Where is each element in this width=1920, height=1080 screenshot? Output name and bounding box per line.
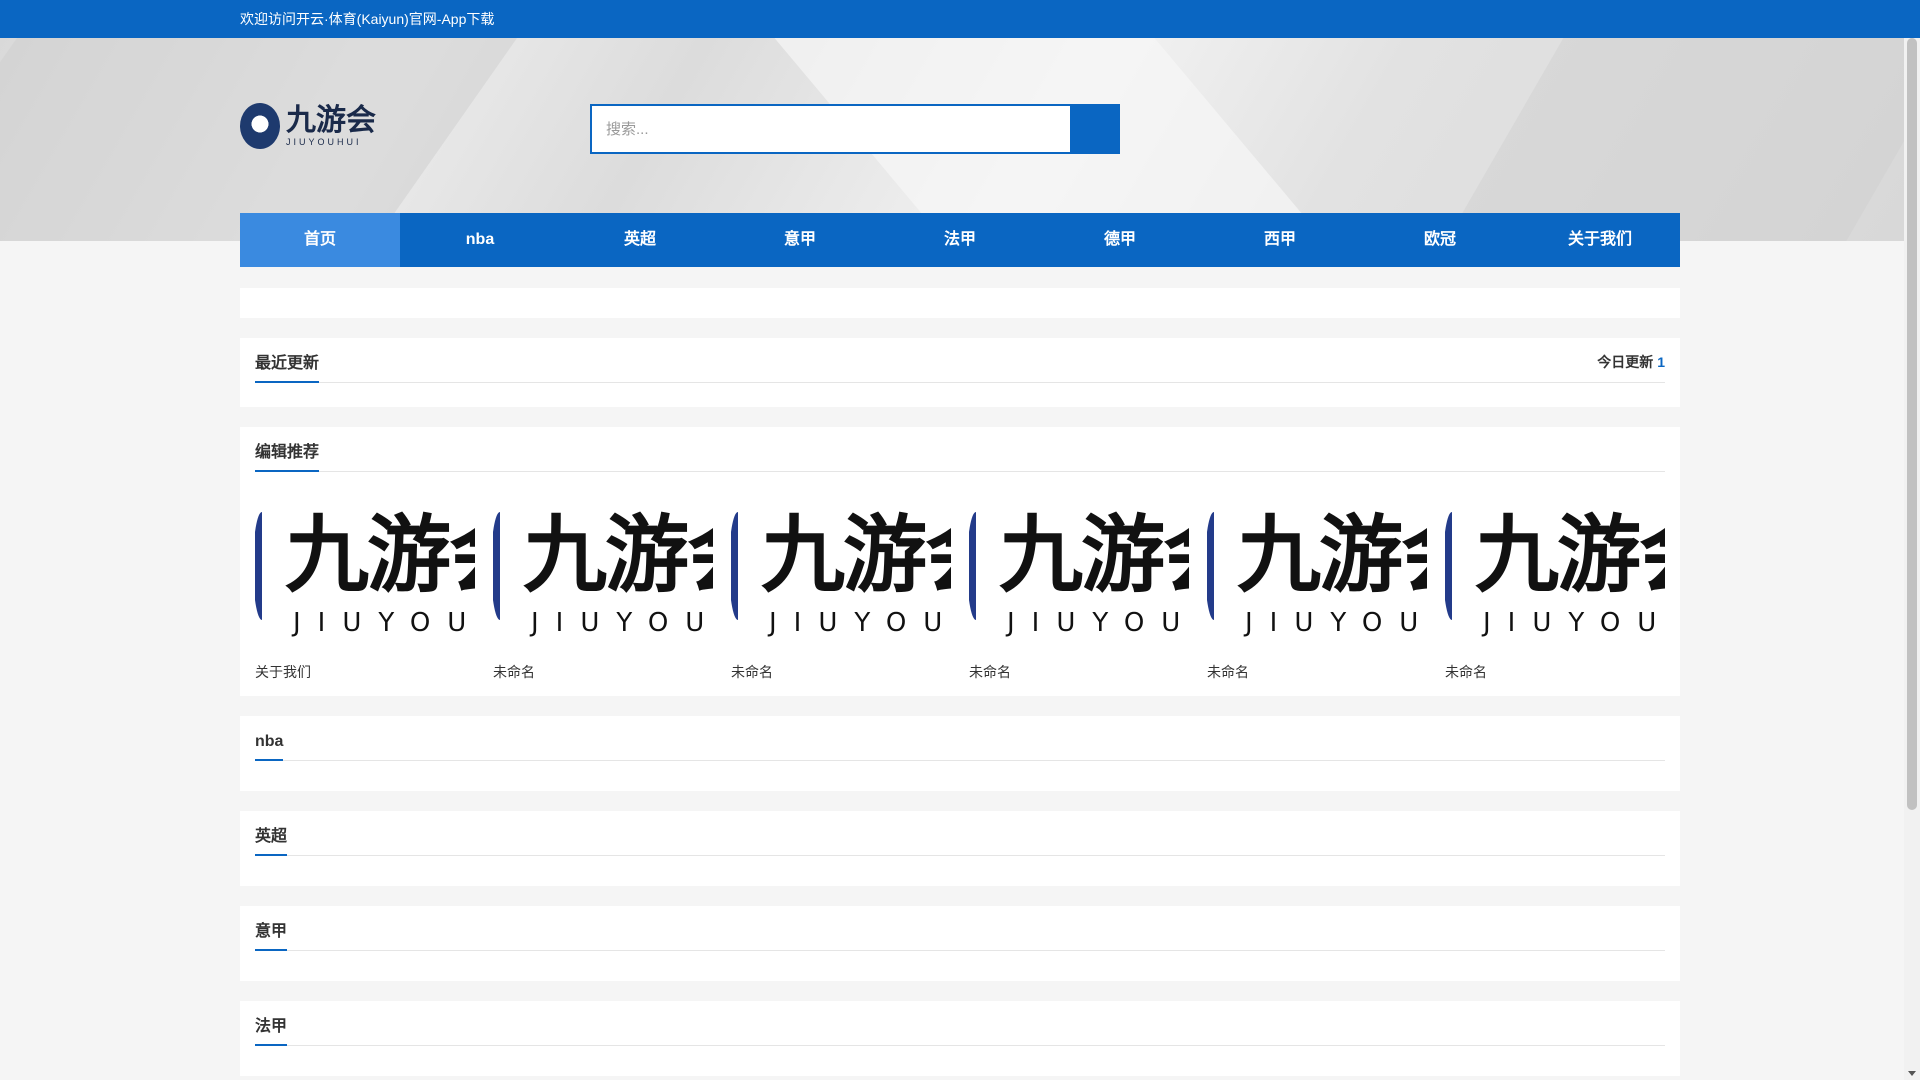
nav-item-home[interactable]: 首页 bbox=[240, 213, 400, 267]
header: 九游会 JIUYOUHUI bbox=[240, 38, 1680, 213]
section-title: 编辑推荐 bbox=[255, 438, 320, 472]
logo-text-en: JIUYOUHUI bbox=[286, 137, 362, 147]
card-title[interactable]: 未命名 bbox=[731, 662, 951, 682]
main-nav: 首页 nba 英超 意甲 法甲 德甲 西甲 欧冠 关于我们 bbox=[240, 213, 1680, 267]
logo-emblem-icon bbox=[240, 103, 280, 149]
nav-item-premier-league[interactable]: 英超 bbox=[560, 213, 720, 267]
nav-item-about-us[interactable]: 关于我们 bbox=[1520, 213, 1680, 267]
recent-updates-section: 最近更新 今日更新 1 bbox=[240, 338, 1680, 407]
list-item[interactable]: 九游会JIUYOUHUI 未命名 bbox=[731, 510, 951, 682]
today-updates-count: 1 bbox=[1657, 354, 1665, 370]
section-title[interactable]: nba bbox=[255, 733, 284, 761]
search-button[interactable] bbox=[1070, 104, 1120, 154]
today-updates-label: 今日更新 bbox=[1597, 354, 1654, 370]
list-item[interactable]: 九游会JIUYOUHUI 未命名 bbox=[1445, 510, 1665, 682]
card-thumbnail[interactable]: 九游会JIUYOUHUI bbox=[969, 510, 1189, 638]
card-thumbnail[interactable]: 九游会JIUYOUHUI bbox=[731, 510, 951, 638]
card-thumbnail[interactable]: 九游会JIUYOUHUI bbox=[493, 510, 713, 638]
card-list: 九游会JIUYOUHUI 关于我们 九游会JIUYOUHUI 未命名 九游会JI… bbox=[255, 472, 1665, 682]
card-thumbnail[interactable]: 九游会JIUYOUHUI bbox=[1445, 510, 1665, 638]
nav-item-la-liga[interactable]: 西甲 bbox=[1200, 213, 1360, 267]
card-title[interactable]: 未命名 bbox=[969, 662, 1189, 682]
list-item[interactable]: 九游会JIUYOUHUI 未命名 bbox=[969, 510, 1189, 682]
scroll-down-arrow-icon[interactable] bbox=[1908, 1071, 1916, 1076]
page-scrollbar[interactable] bbox=[1904, 38, 1920, 1080]
serie-a-section: 意甲 bbox=[240, 906, 1680, 981]
section-title[interactable]: 意甲 bbox=[255, 917, 288, 951]
card-title[interactable]: 未命名 bbox=[1207, 662, 1427, 682]
nba-section: nba bbox=[240, 716, 1680, 791]
site-logo[interactable]: 九游会 JIUYOUHUI bbox=[240, 100, 380, 152]
main-content: 最近更新 今日更新1 编辑推荐 九游会JIUYOUHUI 关于我们 九游会JIU… bbox=[240, 288, 1680, 1076]
list-item[interactable]: 九游会JIUYOUHUI 未命名 bbox=[1207, 510, 1427, 682]
today-updates: 今日更新 1 bbox=[1597, 352, 1665, 382]
section-title[interactable]: 英超 bbox=[255, 822, 288, 856]
editor-picks-section: 编辑推荐 九游会JIUYOUHUI 关于我们 九游会JIUYOUHUI 未命名 … bbox=[240, 427, 1680, 696]
section-title[interactable]: 法甲 bbox=[255, 1012, 288, 1046]
card-title[interactable]: 关于我们 bbox=[255, 662, 475, 682]
search-input[interactable] bbox=[590, 104, 1070, 154]
list-item[interactable]: 九游会JIUYOUHUI 未命名 bbox=[493, 510, 713, 682]
ligue-1-section: 法甲 bbox=[240, 1001, 1680, 1076]
logo-text-cn: 九游会 bbox=[286, 103, 376, 138]
welcome-text: 欢迎访问开云·体育(Kaiyun)官网-App下载 bbox=[240, 11, 495, 27]
card-title[interactable]: 未命名 bbox=[1445, 662, 1665, 682]
search-form bbox=[590, 104, 1120, 154]
scrollbar-thumb[interactable] bbox=[1907, 38, 1917, 810]
nav-item-bundesliga[interactable]: 德甲 bbox=[1040, 213, 1200, 267]
list-item[interactable]: 九游会JIUYOUHUI 关于我们 bbox=[255, 510, 475, 682]
premier-league-section: 英超 bbox=[240, 811, 1680, 886]
section-title: 最近更新 bbox=[255, 349, 320, 383]
card-title[interactable]: 未命名 bbox=[493, 662, 713, 682]
top-bar: 欢迎访问开云·体育(Kaiyun)官网-App下载 bbox=[0, 0, 1920, 38]
card-thumbnail[interactable]: 九游会JIUYOUHUI bbox=[1207, 510, 1427, 638]
nav-item-nba[interactable]: nba bbox=[400, 213, 560, 267]
banner-placeholder bbox=[240, 288, 1680, 318]
nav-item-ligue-1[interactable]: 法甲 bbox=[880, 213, 1040, 267]
card-thumbnail[interactable]: 九游会JIUYOUHUI bbox=[255, 510, 475, 638]
nav-item-champions-league[interactable]: 欧冠 bbox=[1360, 213, 1520, 267]
nav-item-serie-a[interactable]: 意甲 bbox=[720, 213, 880, 267]
